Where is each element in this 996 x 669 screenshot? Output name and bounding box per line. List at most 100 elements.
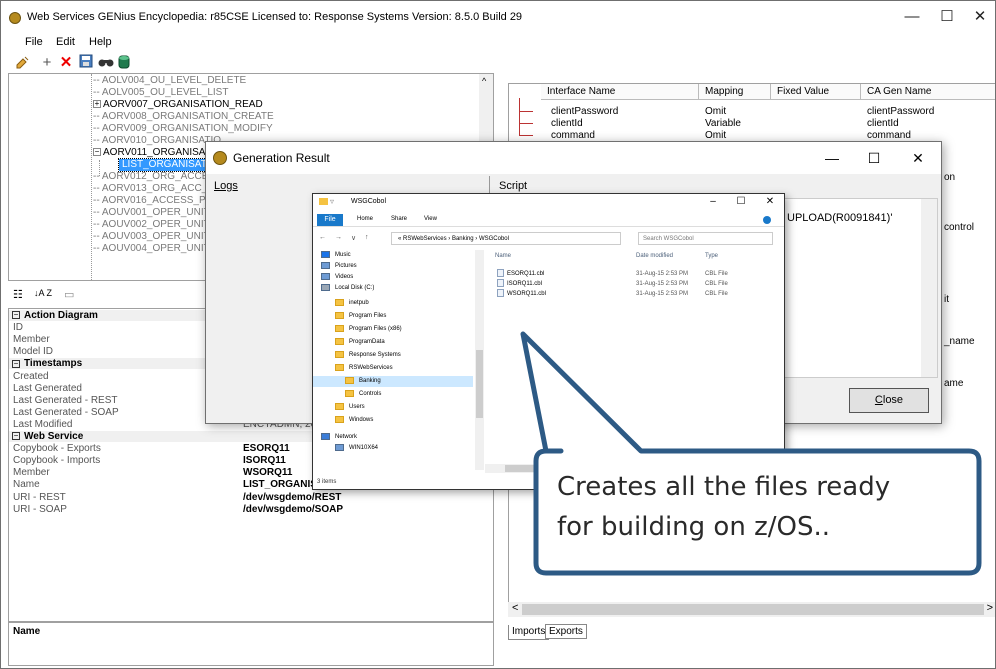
- script-scrollbar[interactable]: [921, 199, 937, 377]
- column-type[interactable]: Type: [705, 253, 718, 259]
- grid-cell[interactable]: command: [867, 130, 911, 141]
- nav-item[interactable]: Users: [335, 402, 365, 413]
- dialog-close-button[interactable]: ✕: [904, 147, 932, 169]
- tree-node[interactable]: -- AOUV004_OPER_UNIT_: [93, 243, 215, 255]
- nav-item[interactable]: Music: [321, 250, 351, 261]
- close-button[interactable]: ✕: [965, 7, 995, 27]
- tree-node[interactable]: -- AORV010_ORGANISATIO: [93, 135, 221, 147]
- back-icon[interactable]: ←: [319, 234, 326, 241]
- nav-item[interactable]: ProgramData: [335, 337, 385, 348]
- dialog-close-action-button[interactable]: Close: [849, 388, 929, 413]
- add-icon[interactable]: +: [38, 54, 56, 72]
- column-fixed-value[interactable]: Fixed Value: [771, 84, 861, 100]
- explorer-minimize-button[interactable]: –: [703, 196, 723, 207]
- categorized-icon[interactable]: ☷: [13, 288, 23, 301]
- minimize-button[interactable]: —: [897, 7, 927, 27]
- grid-cell[interactable]: Omit: [705, 130, 726, 141]
- nav-item[interactable]: Windows: [335, 415, 373, 426]
- ribbon-view-tab[interactable]: View: [424, 216, 437, 222]
- grid-cell[interactable]: command: [551, 130, 595, 141]
- open-icon[interactable]: [14, 54, 32, 72]
- help-icon[interactable]: [763, 216, 771, 224]
- explorer-close-button[interactable]: ✕: [760, 196, 780, 207]
- menu-file[interactable]: File: [25, 36, 43, 48]
- tree-node[interactable]: -- AORV009_ORGANISATION_MODIFY: [93, 123, 273, 135]
- scroll-left-icon[interactable]: <: [512, 602, 518, 614]
- column-mapping[interactable]: Mapping: [699, 84, 771, 100]
- quick-access-icon[interactable]: ▿: [330, 197, 339, 206]
- column-interface-name[interactable]: Interface Name: [541, 84, 699, 100]
- dialog-minimize-button[interactable]: —: [818, 147, 846, 169]
- recent-locations-icon[interactable]: ∨: [351, 234, 356, 242]
- tree-node[interactable]: -- AORV013_ORG_ACC_PF: [93, 183, 220, 195]
- file-type: CBL File: [705, 281, 728, 287]
- nav-item[interactable]: Videos: [321, 272, 353, 283]
- tree-node[interactable]: -- AORV008_ORGANISATION_CREATE: [93, 111, 274, 123]
- save-icon[interactable]: [77, 54, 95, 72]
- tree-node[interactable]: -- AOLV004_OU_LEVEL_DELETE: [93, 75, 246, 87]
- sort-alpha-icon[interactable]: ↓A Z: [34, 288, 52, 298]
- expand-icon[interactable]: +: [93, 100, 101, 109]
- nav-item[interactable]: Response Systems: [335, 350, 401, 361]
- ribbon-file-tab[interactable]: File: [317, 214, 343, 226]
- grid-cell[interactable]: Variable: [705, 118, 741, 129]
- nav-item[interactable]: Pictures: [321, 261, 357, 272]
- nav-item[interactable]: Banking: [313, 376, 473, 387]
- property-row[interactable]: URI - REST/dev/wsgdemo/REST: [9, 492, 493, 503]
- collapse-icon[interactable]: −: [93, 148, 101, 157]
- tree-node[interactable]: -- AOUV001_OPER_UNIT_: [93, 207, 215, 219]
- explorer-search-input[interactable]: Search WSGCobol: [638, 232, 773, 245]
- grid-cell[interactable]: clientPassword: [551, 106, 618, 117]
- collapse-icon[interactable]: −: [12, 359, 20, 368]
- nav-item[interactable]: Program Files (x86): [335, 324, 402, 335]
- up-icon[interactable]: ↑: [365, 234, 369, 241]
- property-value: ISORQ11: [243, 455, 286, 467]
- nav-item[interactable]: Program Files: [335, 311, 386, 322]
- tree-node[interactable]: -- AORV012_ORG_ACCESS: [93, 171, 222, 183]
- file-row[interactable]: ISORQ11.cbl: [497, 279, 542, 289]
- tree-node[interactable]: -- AOUV002_OPER_UNIT_: [93, 219, 215, 231]
- tree-node[interactable]: − AORV011_ORGANISATIO: [93, 147, 221, 159]
- property-pages-icon[interactable]: ▭: [64, 288, 74, 301]
- scroll-right-icon[interactable]: >: [987, 602, 993, 614]
- collapse-icon[interactable]: −: [12, 432, 20, 441]
- database-icon[interactable]: [115, 54, 133, 72]
- column-ca-gen-name[interactable]: CA Gen Name: [861, 84, 995, 100]
- tree-node[interactable]: + AORV007_ORGANISATION_READ: [93, 99, 263, 111]
- delete-icon[interactable]: ✕: [57, 54, 75, 72]
- grid-horizontal-scrollbar[interactable]: < >: [508, 602, 995, 617]
- tree-node[interactable]: -- AOLV005_OU_LEVEL_LIST: [93, 87, 228, 99]
- file-row[interactable]: WSORQ11.cbl: [497, 289, 546, 299]
- nav-item[interactable]: Local Disk (C:): [321, 283, 374, 294]
- ribbon-home-tab[interactable]: Home: [357, 216, 373, 222]
- grid-cell[interactable]: Omit: [705, 106, 726, 117]
- nav-item[interactable]: Controls: [345, 389, 381, 400]
- nav-item[interactable]: WIN10X64: [335, 443, 378, 454]
- tree-node[interactable]: -- AORV016_ACCESS_PRO: [93, 195, 221, 207]
- explorer-maximize-button[interactable]: ☐: [731, 196, 751, 207]
- tab-imports[interactable]: Imports: [508, 625, 550, 640]
- collapse-icon[interactable]: −: [12, 311, 20, 320]
- forward-icon[interactable]: →: [335, 234, 342, 241]
- property-row[interactable]: URI - SOAP/dev/wsgdemo/SOAP: [9, 504, 493, 515]
- maximize-button[interactable]: ☐: [932, 7, 962, 27]
- column-name[interactable]: Name: [495, 253, 511, 259]
- nav-item[interactable]: RSWebServices: [335, 363, 393, 374]
- file-row[interactable]: ESORQ11.cbl: [497, 269, 544, 279]
- grid-cell[interactable]: clientPassword: [867, 106, 934, 117]
- nav-item[interactable]: Network: [321, 432, 357, 443]
- property-key: Timestamps: [24, 358, 83, 370]
- address-bar[interactable]: « RSWebServices › Banking › WSGCobol: [391, 232, 621, 245]
- grid-cell[interactable]: clientId: [551, 118, 583, 129]
- grid-cell[interactable]: clientId: [867, 118, 899, 129]
- tree-node[interactable]: -- AOUV003_OPER_UNIT_: [93, 231, 215, 243]
- nav-item[interactable]: inetpub: [335, 298, 369, 309]
- ribbon-share-tab[interactable]: Share: [391, 216, 407, 222]
- navigation-pane-scrollbar[interactable]: [475, 250, 484, 470]
- menu-help[interactable]: Help: [89, 36, 112, 48]
- find-icon[interactable]: [97, 54, 115, 72]
- menu-edit[interactable]: Edit: [56, 36, 75, 48]
- tab-exports[interactable]: Exports: [545, 624, 587, 639]
- column-date-modified[interactable]: Date modified: [636, 253, 673, 259]
- dialog-maximize-button[interactable]: ☐: [860, 147, 888, 169]
